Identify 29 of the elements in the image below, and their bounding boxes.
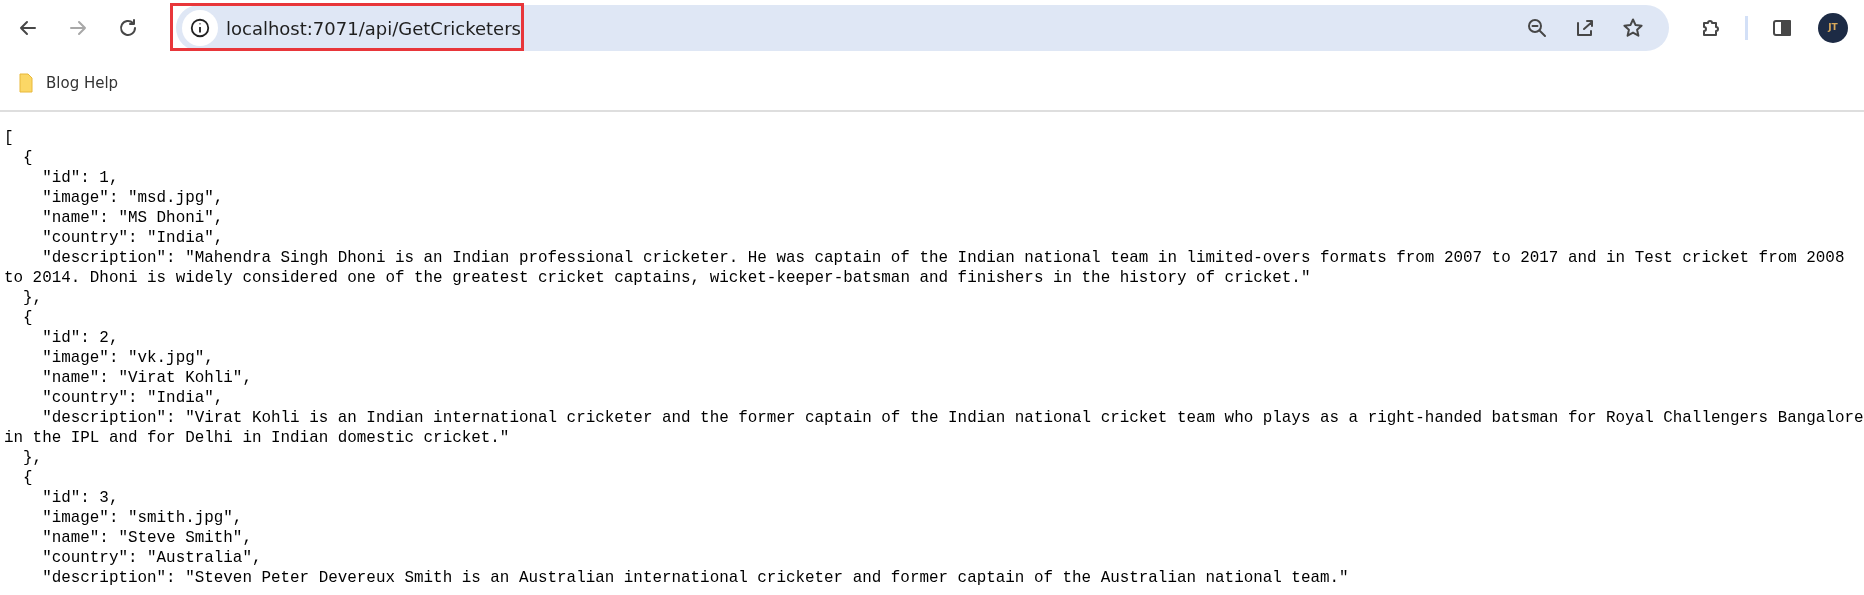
json-line: "name": "Virat Kohli", xyxy=(41,368,253,388)
json-line: "country": "Australia", xyxy=(41,548,263,568)
json-line: "image": "vk.jpg", xyxy=(41,348,215,368)
json-line: { xyxy=(22,308,34,328)
star-icon xyxy=(1621,16,1645,40)
json-line: "country": "India", xyxy=(41,228,225,248)
json-line: }, xyxy=(22,288,44,308)
site-info-button[interactable] xyxy=(182,10,218,46)
json-line: }, xyxy=(22,448,44,468)
folder-icon xyxy=(18,73,34,93)
info-icon xyxy=(189,17,211,39)
json-line: "id": 1, xyxy=(41,168,120,188)
zoom-out-icon xyxy=(1525,16,1549,40)
json-line: "country": "India", xyxy=(41,388,225,408)
json-line: [ xyxy=(4,128,15,148)
json-line: "id": 3, xyxy=(41,488,120,508)
url-text[interactable]: localhost:7071/api/GetCricketers xyxy=(226,14,521,42)
bookmark-folder[interactable]: Blog Help xyxy=(12,67,125,99)
json-line: "description": "Steven Peter Devereux Smith is an Australian international cricketer and former captain of the Australian national team." xyxy=(41,568,1350,588)
json-line: "image": "smith.jpg", xyxy=(41,508,244,528)
json-line: "description": "Mahendra Singh Dhoni is an Indian professional cricketer. He was captain of the Indian national team in limited-overs formats from 2007 to 2017 and in Test cricket from 2008 to 2014. Dhoni is widely considered one of the greatest cricket captains, wicket-keeper-batsman and finishers in the history of cricket." xyxy=(4,248,1846,288)
json-line: "name": "MS Dhoni", xyxy=(41,208,225,228)
profile-avatar[interactable]: JT xyxy=(1818,13,1848,43)
json-line: "name": "Steve Smith", xyxy=(41,528,253,548)
json-line: "image": "msd.jpg", xyxy=(41,188,225,208)
json-line: { xyxy=(22,148,34,168)
json-line: "description": "Virat Kohli is an Indian international cricketer and the former captain of the Indian national cricket team who plays as a right-handed batsman for Royal Challengers Bangalore in the IPL and for Delhi in Indian domestic cricket." xyxy=(4,408,1864,448)
json-line: "id": 2, xyxy=(41,328,120,348)
json-line: { xyxy=(22,468,34,488)
